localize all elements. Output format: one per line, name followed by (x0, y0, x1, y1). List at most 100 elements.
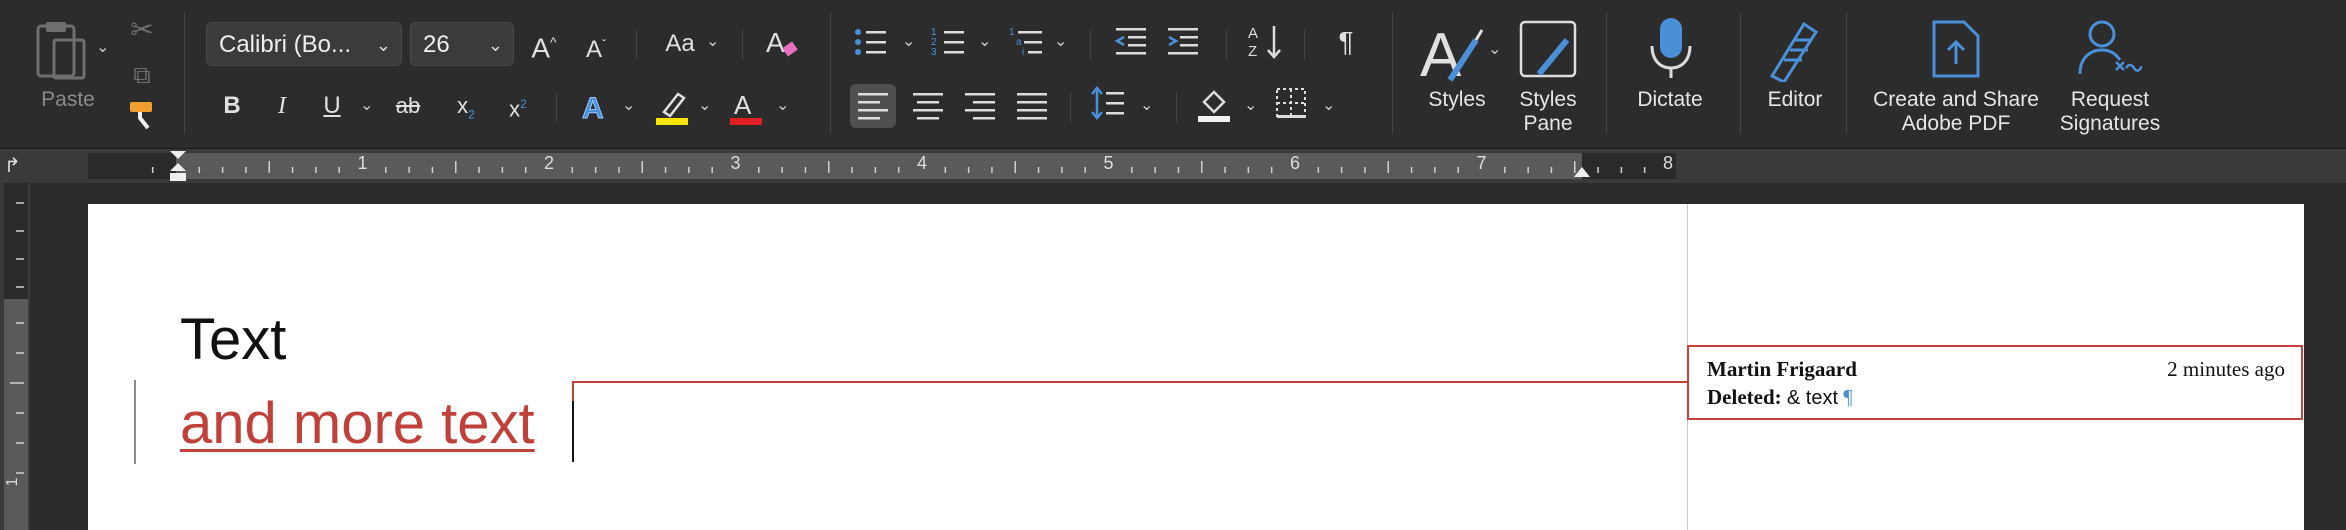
italic-icon: I (278, 93, 286, 119)
align-right-icon (965, 93, 995, 120)
justify-icon (1017, 93, 1047, 120)
align-left-button[interactable] (850, 84, 896, 128)
grow-font-icon: A (531, 32, 551, 64)
signature-icon (2078, 20, 2142, 75)
styles-pane-icon (1519, 20, 1577, 78)
sort-az-icon: AZ (1248, 25, 1281, 60)
divider (742, 30, 743, 60)
font-size-combobox[interactable]: 26 ⌄ (410, 22, 514, 66)
chevron-down-icon[interactable]: ⌄ (902, 22, 915, 62)
font-size-value: 26 (423, 31, 450, 58)
ruler-number: 3 (730, 153, 741, 173)
change-case-icon: Aa (665, 30, 695, 57)
chevron-down-icon[interactable]: ⌄ (622, 86, 635, 126)
align-center-button[interactable] (908, 84, 948, 128)
create-share-pdf-label: Create and Share Adobe PDF (1873, 88, 2039, 135)
strikethrough-icon: ab (395, 93, 421, 118)
chevron-down-icon[interactable]: ⌄ (360, 86, 373, 126)
text-effects-icon: A (582, 92, 605, 126)
revision-balloon[interactable]: Martin Frigaard 2 minutes ago Deleted: &… (1687, 345, 2303, 420)
ruler-number: 2 (544, 153, 555, 173)
chevron-down-icon[interactable]: ⌄ (1054, 22, 1067, 62)
document-line-1[interactable]: Text (180, 308, 286, 372)
subscript-button[interactable]: x2 (448, 86, 484, 134)
svg-text:A: A (1248, 25, 1258, 42)
underline-button[interactable]: U (314, 86, 350, 126)
request-signatures-button[interactable]: Request Signatures (2050, 14, 2170, 140)
vertical-ruler[interactable]: 1 (0, 183, 30, 530)
underline-icon: U (323, 92, 341, 119)
divider (830, 12, 831, 134)
divider (1070, 92, 1071, 122)
grow-font-button[interactable]: A^ (526, 22, 562, 68)
line-spacing-button[interactable] (1090, 86, 1130, 126)
dictate-button[interactable]: Dictate (1620, 14, 1720, 134)
svg-text:A: A (582, 92, 604, 124)
chevron-down-icon[interactable]: ⌄ (1244, 86, 1257, 126)
show-formatting-marks-button[interactable]: ¶ (1328, 22, 1364, 62)
editor-button[interactable]: Editor (1750, 14, 1840, 134)
bold-icon: B (223, 92, 241, 119)
bold-button[interactable]: B (214, 86, 250, 126)
superscript-icon: x (509, 96, 521, 122)
divider (1740, 12, 1741, 134)
clear-formatting-button[interactable]: A (762, 22, 802, 62)
borders-icon (1276, 88, 1306, 118)
numbering-button[interactable]: 123 (930, 24, 970, 64)
cut-icon[interactable]: ✂ (124, 10, 160, 50)
format-painter-icon[interactable] (126, 100, 162, 136)
superscript-button[interactable]: x2 (500, 84, 536, 129)
shading-button[interactable] (1196, 86, 1236, 126)
svg-text:i: i (1022, 47, 1024, 58)
bullets-button[interactable] (852, 24, 892, 64)
svg-text:3: 3 (931, 47, 937, 58)
chevron-down-icon[interactable]: ⌄ (706, 22, 719, 62)
chevron-down-icon[interactable]: ⌄ (776, 86, 789, 126)
chevron-down-icon[interactable]: ⌄ (978, 22, 991, 62)
font-name-combobox[interactable]: Calibri (Bo... ⌄ (206, 22, 402, 66)
comment-connector (572, 381, 1688, 383)
ruler-ticks (151, 161, 1646, 173)
document-line-2-inserted[interactable]: and more text (180, 392, 535, 456)
chevron-down-icon[interactable]: ⌄ (698, 86, 711, 126)
shrink-font-button[interactable]: Aˇ (578, 24, 614, 70)
multilevel-list-icon: 1ai (1009, 27, 1042, 58)
multilevel-list-button[interactable]: 1ai (1008, 24, 1048, 64)
indent-marker-icon[interactable] (168, 149, 188, 183)
paste-button[interactable]: ⌄ Paste (28, 14, 109, 124)
microphone-icon (1650, 18, 1692, 78)
svg-text:A: A (766, 27, 785, 58)
right-indent-marker-icon[interactable] (1572, 165, 1592, 179)
italic-button[interactable]: I (264, 86, 300, 126)
highlight-color-button[interactable] (654, 88, 690, 128)
sort-button[interactable]: AZ (1246, 22, 1286, 64)
align-right-button[interactable] (960, 84, 1000, 128)
ruler-number: 1 (357, 153, 368, 173)
styles-pane-button[interactable]: Styles Pane (1514, 14, 1582, 140)
editor-pen-icon (1769, 21, 1819, 82)
line-spacing-icon (1091, 86, 1124, 120)
ruler-number: 7 (1476, 153, 1487, 173)
create-share-pdf-button[interactable]: Create and Share Adobe PDF (1862, 14, 2050, 140)
text-effects-button[interactable]: A (578, 88, 614, 128)
change-case-button[interactable]: Aa (656, 24, 704, 64)
font-color-button[interactable]: A (728, 88, 764, 128)
chevron-down-icon[interactable]: ⌄ (1140, 86, 1153, 126)
styles-pane-label: Styles Pane (1519, 88, 1577, 135)
bullet-list-icon (855, 29, 886, 55)
font-color-icon: A (730, 90, 762, 125)
dictate-label: Dictate (1637, 88, 1703, 111)
strikethrough-button[interactable]: ab (388, 86, 428, 126)
increase-indent-button[interactable] (1166, 24, 1202, 64)
divider (1606, 12, 1607, 134)
justify-button[interactable] (1012, 84, 1052, 128)
clipboard-icon (36, 22, 86, 80)
borders-button[interactable] (1274, 86, 1314, 126)
styles-button[interactable]: A ⌄ Styles (1412, 14, 1512, 134)
horizontal-ruler[interactable]: ↱ 1 2 3 4 5 6 7 8 (0, 149, 2346, 183)
copy-icon[interactable]: ⧉ (124, 56, 160, 96)
decrease-indent-button[interactable] (1114, 24, 1150, 64)
ruler-corner-icon[interactable]: ↱ (4, 153, 28, 179)
deleted-text: & text (1786, 387, 1839, 409)
chevron-down-icon[interactable]: ⌄ (1322, 86, 1335, 126)
